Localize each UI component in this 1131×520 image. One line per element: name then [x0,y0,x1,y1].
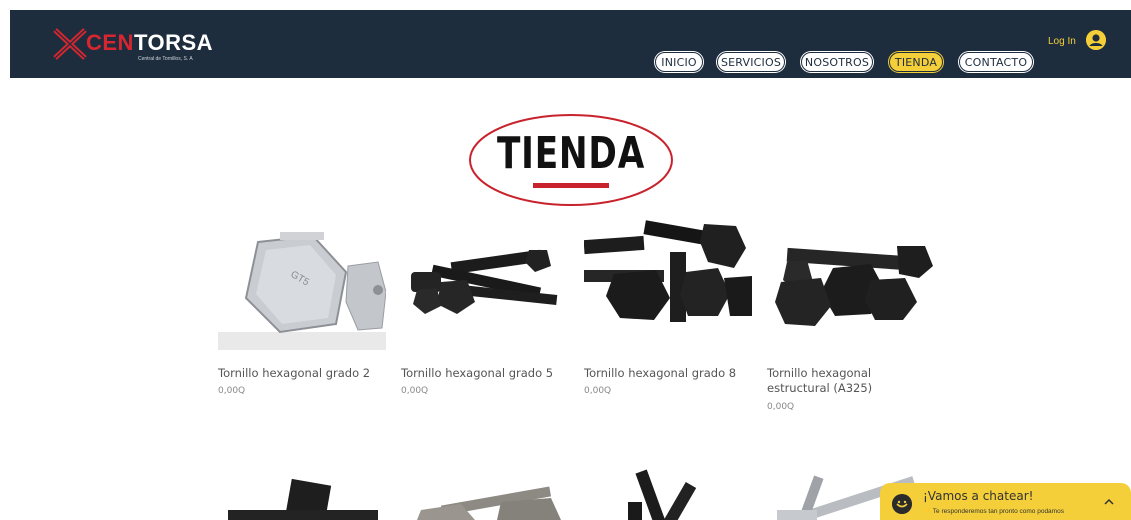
product-price: 0,00Q [401,386,429,396]
product-name[interactable]: Tornillo hexagonal grado 8 [584,366,752,381]
chat-bot-icon [892,494,912,514]
product-price: 0,00Q [584,386,612,396]
zinc-hex-bolt-image: GT5 [218,232,386,350]
chat-widget[interactable]: ¡Vamos a chatear! ⚡ Te responderemos tan… [880,483,1131,520]
nav-item-inicio[interactable]: INICIO [655,52,703,72]
product-card[interactable]: Tornillo hexagonal estructural (A325) 0,… [767,232,935,432]
product-image[interactable] [584,216,752,350]
logo-wordmark: CENTORSA [86,30,214,55]
chat-title: ¡Vamos a chatear! [923,489,1034,503]
product-name[interactable]: Tornillo hexagonal grado 2 [218,366,386,381]
product-card[interactable] [401,466,569,520]
brand-logo[interactable]: CENTORSA Central de Tornillos, S. A [52,28,214,70]
product-image[interactable] [401,232,569,350]
chevron-up-icon[interactable] [1102,495,1116,509]
product-image[interactable] [767,232,935,350]
product-card[interactable]: Tornillo hexagonal grado 8 0,00Q [584,216,752,412]
product-name[interactable]: Tornillo hexagonal estructural (A325) [767,366,935,396]
product-image[interactable] [401,466,569,520]
product-image[interactable] [218,466,386,520]
logo-tagline: Central de Tornillos, S. A [138,56,193,62]
nav-item-servicios[interactable]: SERVICIOS [717,52,785,72]
product-card[interactable] [218,466,386,520]
product-name[interactable]: Tornillo hexagonal grado 5 [401,366,569,381]
product-card[interactable]: Tornillo hexagonal grado 5 0,00Q [401,232,569,412]
nav-item-nosotros[interactable]: NOSOTROS [801,52,873,72]
lightning-icon: ⚡ [923,508,933,515]
product-price: 0,00Q [767,402,795,412]
chat-subtitle: ⚡ Te responderemos tan pronto como podam… [923,508,1064,515]
logo-x-mark-icon [53,28,87,60]
top-strip [0,0,1131,10]
nav-item-contacto[interactable]: CONTACTO [959,52,1033,72]
black-hex-bolts-image [401,232,569,350]
title-underline [533,183,609,188]
page-title-block: TIENDA [468,113,674,207]
nav-item-tienda[interactable]: TIENDA [889,52,943,72]
user-circle-icon[interactable] [1086,30,1106,50]
black-structural-bolts-image [767,232,935,350]
product-price: 0,00Q [218,386,246,396]
site-header: CENTORSA Central de Tornillos, S. A INIC… [10,10,1131,78]
page-title: TIENDA [496,128,646,179]
product-image[interactable]: GT5 [218,232,386,350]
black-grade8-bolts-image [584,216,752,350]
product-card[interactable] [584,466,752,520]
product-card[interactable]: GT5 Tornillo hexagonal grado 2 0,00Q [218,232,386,412]
login-link[interactable]: Log In [1048,36,1076,47]
product-image[interactable] [584,466,752,520]
